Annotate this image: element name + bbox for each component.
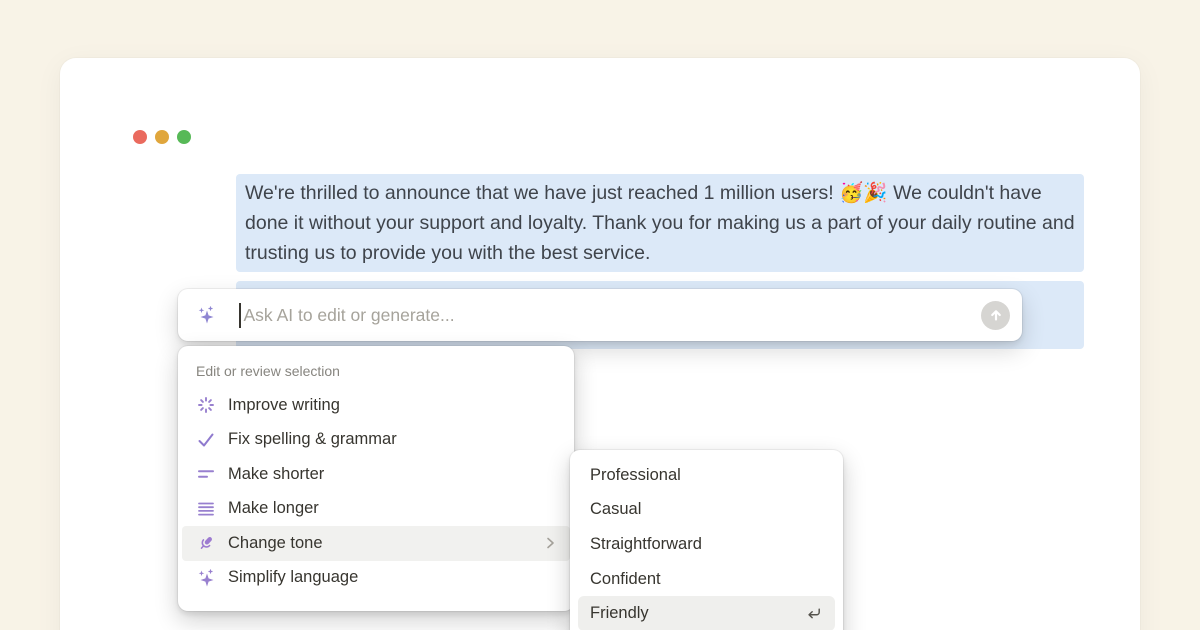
menu-item-make-longer[interactable]: Make longer (182, 492, 570, 527)
selected-paragraph-1[interactable]: We're thrilled to announce that we have … (236, 174, 1084, 272)
ai-prompt-input[interactable]: Ask AI to edit or generate... (244, 305, 455, 326)
microphone-icon (196, 533, 216, 553)
make-shorter-icon (196, 464, 216, 484)
ai-sparkle-icon (196, 305, 216, 325)
tone-option-professional[interactable]: Professional (578, 458, 835, 493)
make-longer-icon (196, 499, 216, 519)
tone-option-label: Friendly (590, 604, 649, 623)
sparkle-icon (196, 568, 216, 588)
submit-prompt-button[interactable] (981, 301, 1010, 330)
ai-edit-menu: Edit or review selection Improve writing… (178, 346, 574, 611)
change-tone-submenu: Professional Casual Straightforward Conf… (570, 450, 843, 630)
menu-item-improve-writing[interactable]: Improve writing (182, 388, 570, 423)
ai-prompt-bar[interactable]: Ask AI to edit or generate... (178, 289, 1022, 341)
tone-option-label: Casual (590, 500, 641, 519)
tone-option-confident[interactable]: Confident (578, 562, 835, 597)
menu-section-header: Edit or review selection (178, 346, 574, 388)
close-window-button[interactable] (133, 130, 147, 144)
tone-option-label: Confident (590, 570, 661, 589)
menu-item-label: Change tone (228, 534, 323, 553)
menu-item-change-tone[interactable]: Change tone (182, 526, 570, 561)
improve-writing-icon (196, 395, 216, 415)
window-controls (133, 130, 191, 144)
tone-option-label: Straightforward (590, 535, 702, 554)
tone-option-straightforward[interactable]: Straightforward (578, 527, 835, 562)
menu-item-fix-spelling[interactable]: Fix spelling & grammar (182, 423, 570, 458)
menu-item-label: Make longer (228, 499, 319, 518)
menu-item-make-shorter[interactable]: Make shorter (182, 457, 570, 492)
tone-option-casual[interactable]: Casual (578, 493, 835, 528)
chevron-right-icon (542, 535, 558, 551)
menu-item-label: Improve writing (228, 396, 340, 415)
menu-item-label: Fix spelling & grammar (228, 430, 397, 449)
menu-item-label: Make shorter (228, 465, 324, 484)
minimize-window-button[interactable] (155, 130, 169, 144)
zoom-window-button[interactable] (177, 130, 191, 144)
arrow-up-icon (986, 305, 1006, 325)
menu-item-label: Simplify language (228, 568, 358, 587)
menu-item-simplify-language[interactable]: Simplify language (182, 561, 570, 596)
enter-return-icon (804, 604, 823, 623)
check-icon (196, 430, 216, 450)
text-cursor (239, 303, 241, 328)
tone-option-label: Professional (590, 466, 681, 485)
tone-option-friendly[interactable]: Friendly (578, 596, 835, 630)
